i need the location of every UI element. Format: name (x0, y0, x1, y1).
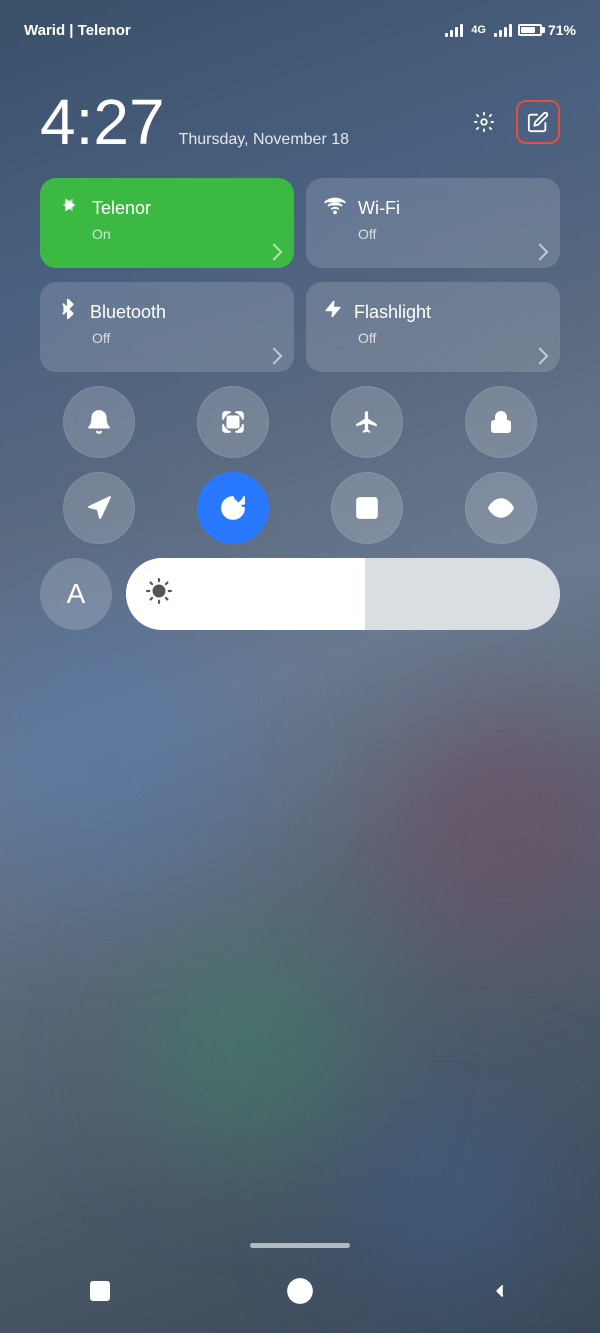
location-button[interactable] (63, 472, 135, 544)
signal-bars-2 (494, 23, 512, 37)
screenshot-button[interactable] (197, 386, 269, 458)
brightness-slider[interactable] (126, 558, 560, 630)
flashlight-subtitle: Off (324, 330, 542, 346)
signal-bars-1 (445, 23, 463, 37)
battery-icon (518, 24, 542, 36)
scan-button[interactable] (331, 472, 403, 544)
header-icons (462, 100, 560, 144)
brightness-icon (146, 578, 172, 611)
time-display: 4:27 (40, 90, 165, 154)
bluetooth-arrow (266, 348, 283, 365)
bell-button[interactable] (63, 386, 135, 458)
eye-button[interactable] (465, 472, 537, 544)
wifi-subtitle: Off (324, 226, 542, 242)
round-buttons-row2 (40, 472, 560, 544)
rotation-button[interactable] (197, 472, 269, 544)
nav-back-button[interactable] (482, 1273, 518, 1309)
round-buttons-row1 (40, 386, 560, 458)
wifi-arrow (532, 244, 549, 261)
carrier-label: Warid | Telenor (24, 22, 131, 39)
bluetooth-subtitle: Off (58, 330, 276, 346)
wifi-icon (324, 194, 346, 222)
telenor-arrow (266, 244, 283, 261)
wifi-title: Wi-Fi (358, 198, 400, 219)
status-bar-right: 4G 71% (445, 22, 576, 38)
telenor-title: Telenor (92, 198, 151, 219)
battery (518, 24, 542, 36)
flashlight-title: Flashlight (354, 302, 431, 323)
flashlight-arrow (532, 348, 549, 365)
tag-4g: 4G (471, 24, 486, 36)
flashlight-icon (324, 298, 342, 326)
toggle-grid-row2: Bluetooth Off Flashlight Off (40, 282, 560, 372)
date-display: Thursday, November 18 (179, 131, 349, 149)
toggle-grid-row1: Telenor On Wi-Fi Off (40, 178, 560, 268)
bluetooth-toggle[interactable]: Bluetooth Off (40, 282, 294, 372)
time-section: 4:27 Thursday, November 18 (40, 90, 349, 154)
home-bar (250, 1243, 350, 1248)
flashlight-toggle[interactable]: Flashlight Off (306, 282, 560, 372)
control-panel: 4:27 Thursday, November 18 (20, 70, 580, 670)
wifi-toggle[interactable]: Wi-Fi Off (306, 178, 560, 268)
airplane-button[interactable] (331, 386, 403, 458)
font-label: A (67, 578, 86, 610)
nav-bar (0, 1258, 600, 1333)
nav-home-button[interactable] (282, 1273, 318, 1309)
bottom-row: A (40, 558, 560, 630)
bluetooth-icon (58, 298, 78, 326)
telenor-icon (58, 194, 80, 222)
edit-button[interactable] (516, 100, 560, 144)
battery-percent: 71% (548, 22, 576, 38)
settings-button[interactable] (462, 100, 506, 144)
telenor-toggle[interactable]: Telenor On (40, 178, 294, 268)
font-button[interactable]: A (40, 558, 112, 630)
nav-recents-button[interactable] (82, 1273, 118, 1309)
lock-button[interactable] (465, 386, 537, 458)
bluetooth-title: Bluetooth (90, 302, 166, 323)
time-header: 4:27 Thursday, November 18 (40, 90, 560, 154)
telenor-subtitle: On (58, 226, 276, 242)
status-bar: Warid | Telenor 4G 71% (0, 0, 600, 60)
brightness-right (365, 558, 560, 630)
